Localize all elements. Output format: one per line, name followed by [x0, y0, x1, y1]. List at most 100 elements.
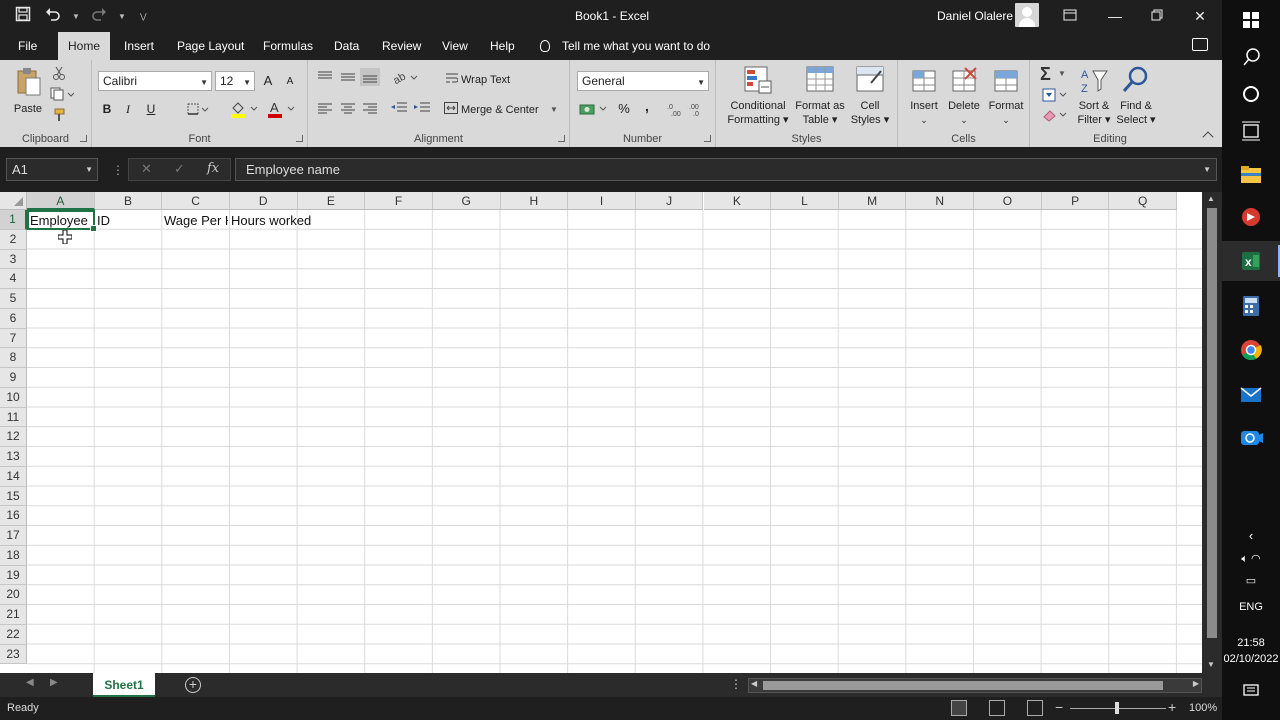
avatar[interactable]: [1015, 3, 1039, 27]
column-header-j[interactable]: J: [635, 192, 704, 210]
column-header-o[interactable]: O: [974, 192, 1042, 210]
column-header-f[interactable]: F: [365, 192, 433, 210]
align-right-icon[interactable]: [363, 103, 377, 118]
fill-color-icon[interactable]: [230, 100, 260, 121]
split-handle-icon[interactable]: ⋮: [730, 677, 742, 691]
minimize-icon[interactable]: —: [1100, 6, 1130, 26]
format-painter-icon[interactable]: [52, 108, 66, 125]
paste-button[interactable]: Paste: [8, 66, 48, 122]
language-indicator[interactable]: ENG: [1222, 601, 1280, 613]
save-icon[interactable]: [12, 6, 34, 26]
format-cells-button[interactable]: Format ⌄: [984, 65, 1028, 127]
row-header-1[interactable]: 1: [0, 210, 27, 230]
file-explorer-icon[interactable]: [1222, 155, 1280, 195]
tab-page-layout[interactable]: Page Layout: [169, 32, 252, 60]
italic-button[interactable]: I: [120, 100, 136, 118]
column-header-c[interactable]: C: [162, 192, 230, 210]
column-header-i[interactable]: I: [568, 192, 636, 210]
increase-indent-icon[interactable]: [414, 102, 430, 117]
row-header-3[interactable]: 3: [0, 249, 27, 270]
calculator-icon[interactable]: [1222, 286, 1280, 326]
clear-icon[interactable]: [1042, 108, 1068, 125]
notifications-icon[interactable]: [1222, 684, 1280, 701]
format-as-table-button[interactable]: Format as Table ▾: [792, 65, 848, 127]
row-header-12[interactable]: 12: [0, 427, 27, 447]
increase-font-size-button[interactable]: A: [260, 72, 276, 90]
row-header-14[interactable]: 14: [0, 466, 27, 487]
sheet-tab-sheet1[interactable]: Sheet1: [93, 673, 155, 697]
camera-icon[interactable]: [1222, 418, 1280, 458]
scroll-down-icon[interactable]: ▼: [1207, 660, 1215, 669]
row-header-13[interactable]: 13: [0, 447, 27, 467]
column-header-q[interactable]: Q: [1109, 192, 1178, 210]
merge-center-icon[interactable]: [444, 102, 458, 117]
tab-help[interactable]: Help: [482, 32, 523, 60]
page-break-view-icon[interactable]: [1027, 700, 1043, 716]
row-header-21[interactable]: 21: [0, 605, 27, 625]
user-name[interactable]: Daniel Olalere: [937, 9, 1013, 23]
align-left-icon[interactable]: [318, 103, 332, 118]
tab-view[interactable]: View: [434, 32, 476, 60]
copy-icon[interactable]: [50, 87, 75, 104]
find-select-button[interactable]: Find & Select ▾: [1116, 65, 1156, 127]
scroll-up-icon[interactable]: ▲: [1207, 194, 1215, 203]
comments-icon[interactable]: [1192, 38, 1208, 51]
column-header-n[interactable]: N: [906, 192, 975, 210]
column-header-e[interactable]: E: [297, 192, 366, 210]
number-launcher-icon[interactable]: [704, 135, 711, 142]
comma-style-button[interactable]: ,: [639, 97, 655, 115]
row-header-19[interactable]: 19: [0, 565, 27, 586]
bottom-align-icon[interactable]: [360, 68, 380, 86]
insert-cells-button[interactable]: Insert ⌄: [904, 65, 944, 127]
clock-date[interactable]: 02/10/2022: [1222, 653, 1280, 665]
column-header-h[interactable]: H: [500, 192, 569, 210]
page-layout-view-icon[interactable]: [989, 700, 1005, 716]
formula-input[interactable]: Employee name ▼: [235, 158, 1217, 181]
normal-view-icon[interactable]: [951, 700, 967, 716]
merge-center-label[interactable]: Merge & Center: [461, 104, 539, 116]
excel-taskbar-icon[interactable]: x: [1222, 241, 1280, 281]
cell-styles-button[interactable]: Cell Styles ▾: [848, 65, 892, 127]
cell-d1[interactable]: Hours worked: [229, 211, 349, 230]
restore-icon[interactable]: [1142, 6, 1172, 26]
zoom-slider-thumb[interactable]: [1115, 702, 1119, 714]
tab-home[interactable]: Home: [58, 32, 110, 60]
column-header-m[interactable]: M: [838, 192, 907, 210]
customize-qat-icon[interactable]: ⋁: [140, 12, 148, 21]
horizontal-scrollbar[interactable]: ◀ ▶: [748, 678, 1202, 693]
column-header-b[interactable]: B: [94, 192, 163, 210]
zoom-level[interactable]: 100%: [1189, 702, 1217, 714]
cell-c1[interactable]: Wage Per H: [162, 211, 228, 230]
redo-dropdown-icon[interactable]: ▼: [118, 12, 126, 21]
scroll-left-icon[interactable]: ◀: [751, 679, 757, 688]
column-header-d[interactable]: D: [229, 192, 298, 210]
zoom-out-icon[interactable]: −: [1055, 699, 1063, 715]
percent-style-button[interactable]: %: [616, 100, 632, 118]
sort-filter-button[interactable]: AZ Sort & Filter ▾: [1074, 65, 1114, 127]
row-header-4[interactable]: 4: [0, 269, 27, 289]
cut-icon[interactable]: [52, 66, 66, 83]
chevron-down-icon[interactable]: ▼: [550, 105, 558, 114]
insert-function-icon[interactable]: fx: [207, 161, 219, 176]
tab-data[interactable]: Data: [326, 32, 367, 60]
font-color-icon[interactable]: A: [267, 100, 297, 121]
row-header-16[interactable]: 16: [0, 506, 27, 526]
decrease-decimal-icon[interactable]: .00.0: [688, 102, 704, 119]
top-align-icon[interactable]: [318, 71, 332, 86]
row-header-2[interactable]: 2: [0, 229, 27, 250]
chrome-icon[interactable]: [1222, 330, 1280, 370]
bold-button[interactable]: B: [99, 100, 115, 118]
conditional-formatting-button[interactable]: Conditional Formatting ▾: [726, 65, 790, 127]
tab-insert[interactable]: Insert: [116, 32, 162, 60]
battery-icon[interactable]: ▭: [1222, 574, 1280, 587]
font-launcher-icon[interactable]: [296, 135, 303, 142]
cortana-icon[interactable]: [1222, 74, 1280, 114]
row-header-5[interactable]: 5: [0, 289, 27, 309]
row-header-6[interactable]: 6: [0, 308, 27, 329]
column-header-k[interactable]: K: [703, 192, 772, 210]
row-header-9[interactable]: 9: [0, 368, 27, 388]
fill-icon[interactable]: [1042, 88, 1068, 105]
scroll-right-icon[interactable]: ▶: [1193, 679, 1199, 688]
vertical-scroll-thumb[interactable]: [1207, 208, 1217, 638]
enter-icon[interactable]: ✓: [174, 161, 185, 177]
